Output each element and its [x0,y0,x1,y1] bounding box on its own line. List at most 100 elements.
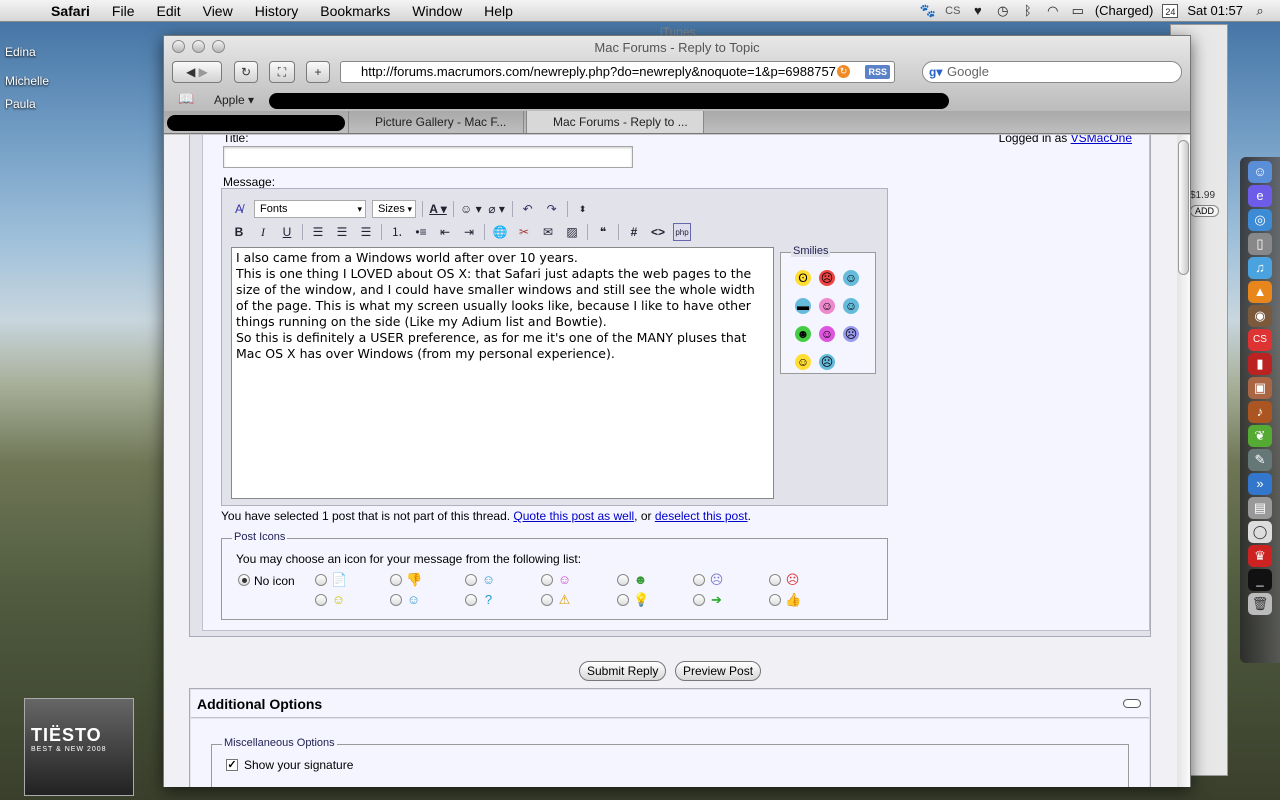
wink-smiley-icon[interactable]: ☺ [843,298,859,314]
post-icon-radio[interactable] [769,574,781,586]
redface-smiley-icon[interactable]: ☺ [819,326,835,342]
time-machine-icon[interactable]: ◷ [995,3,1011,18]
unordered-list-icon[interactable]: •≡ [412,223,430,241]
insert-image-icon[interactable]: ▨ [563,223,581,241]
cs-icon[interactable]: CS [945,4,961,18]
smile-smiley-icon[interactable]: ☺ [843,270,859,286]
ipod-icon[interactable]: ◯ [1248,521,1272,543]
menu-bookmarks[interactable]: Bookmarks [309,3,401,19]
post-icon-radio[interactable] [617,594,629,606]
calendar-icon[interactable]: 24 [1162,3,1179,18]
happy-smiley-icon[interactable]: ☺ [795,354,811,370]
vertical-scrollbar[interactable] [1177,135,1190,787]
menu-help[interactable]: Help [473,3,524,19]
scroll-thumb[interactable] [1178,140,1189,275]
mad-smiley-icon[interactable]: ☹ [819,270,835,286]
post-icon-radio[interactable] [315,574,327,586]
itunes-add-button[interactable]: ADD [1190,205,1220,217]
album-cover[interactable]: TIËSTO BEST & NEW 2008 [24,698,134,796]
code-icon[interactable]: <> [649,223,667,241]
grin-smiley-icon[interactable]: ☻ [795,326,811,342]
apple-logo-icon[interactable] [843,354,859,370]
unlink-icon[interactable]: ✂ [515,223,533,241]
text-color-icon[interactable]: A ▾ [429,200,447,218]
vlc-icon[interactable]: ▲ [1248,281,1272,303]
cs-app-icon[interactable]: CS [1248,329,1272,351]
ordered-list-icon[interactable]: ⒈ [388,223,406,241]
menu-view[interactable]: View [192,3,244,19]
bluetooth-icon[interactable]: ᛒ [1020,3,1036,18]
post-icon-radio[interactable] [390,594,402,606]
forward-icon[interactable]: » [1248,473,1272,495]
forward-icon-nav[interactable]: ▶ [199,65,208,79]
itunes-icon[interactable]: ♫ [1248,257,1272,279]
redo-icon[interactable]: ↷ [543,200,561,218]
deselect-post-link[interactable]: deselect this post [655,509,748,523]
fonts-select[interactable]: Fonts [254,200,366,218]
post-icon-radio[interactable] [465,574,477,586]
post-icon-radio[interactable] [541,574,553,586]
add-bookmark-button[interactable]: + [306,61,330,83]
menu-history[interactable]: History [244,3,310,19]
guitar-icon[interactable]: ♪ [1248,401,1272,423]
no-icon-radio[interactable] [238,574,250,586]
show-signature-checkbox[interactable]: ✓ [226,759,238,771]
bold-icon[interactable]: B [230,223,248,241]
underline-icon[interactable]: U [278,223,296,241]
align-left-icon[interactable]: ☰ [309,223,327,241]
preview-post-button[interactable]: Preview Post [675,661,762,681]
menu-safari[interactable]: Safari [40,3,101,19]
post-icon-radio[interactable] [465,594,477,606]
align-right-icon[interactable]: ☰ [357,223,375,241]
bookmark-apple[interactable]: Apple ▾ [214,93,254,107]
snapback-button[interactable]: ⛶ [269,61,295,83]
back-icon[interactable]: ◀ [186,65,195,79]
tongue-smiley-icon[interactable]: ☺ [819,298,835,314]
search-input[interactable]: g▾ Google [922,61,1182,83]
photo-icon[interactable]: ▣ [1248,377,1272,399]
quote-post-link[interactable]: Quote this post as well [513,509,634,523]
chess-icon[interactable]: ♛ [1248,545,1272,567]
undo-icon[interactable]: ↶ [519,200,537,218]
insert-link-icon[interactable]: 🌐 [491,223,509,241]
finder-icon[interactable]: ☺ [1248,161,1272,183]
indent-icon[interactable]: ⇥ [460,223,478,241]
redacted-tab[interactable] [167,115,345,131]
confused-smiley-icon[interactable]: ☹ [819,354,835,370]
title-input[interactable] [223,146,633,168]
post-icon-radio[interactable] [617,574,629,586]
rolleyes-smiley-icon[interactable]: ☹ [843,326,859,342]
resize-editor-icon[interactable]: ⬍ [574,200,592,218]
growl-icon[interactable]: 🐾 [920,3,936,18]
tab-reply-to-topic[interactable]: Mac Forums - Reply to ... [526,111,704,133]
stop-reload-icon[interactable]: ↻ [837,65,850,78]
attachment-icon[interactable]: ⌀ ▾ [488,200,506,218]
php-icon[interactable]: php [673,223,691,241]
italic-icon[interactable]: I [254,223,272,241]
remove-format-icon[interactable]: A̸ [230,200,248,218]
eek-smiley-icon[interactable]: ʘ [795,270,811,286]
terminal-icon[interactable]: _ [1248,569,1272,591]
post-icon-radio[interactable] [769,594,781,606]
menu-edit[interactable]: Edit [145,3,191,19]
post-icon-radio[interactable] [315,594,327,606]
tools-icon[interactable]: ✎ [1248,449,1272,471]
heart-icon[interactable]: ♥ [970,3,986,18]
menu-file[interactable]: File [101,3,146,19]
outdent-icon[interactable]: ⇤ [436,223,454,241]
smiley-menu-icon[interactable]: ☺ ▾ [460,200,482,218]
spotlight-icon[interactable]: ⌕ [1252,3,1268,18]
cool-smiley-icon[interactable]: ▬ [795,298,811,314]
tab-picture-gallery[interactable]: Picture Gallery - Mac F... [348,111,524,133]
username-link[interactable]: VSMacOne [1071,135,1132,145]
post-icon-radio[interactable] [541,594,553,606]
bookmarks-book-icon[interactable]: 📖 [178,91,194,107]
wifi-icon[interactable]: ◠ [1045,3,1061,18]
mail-icon[interactable]: e [1248,185,1272,207]
post-icon-radio[interactable] [390,574,402,586]
battery-icon[interactable]: ▭ [1070,3,1086,18]
hash-icon[interactable]: # [625,223,643,241]
leaf-icon[interactable]: ❦ [1248,425,1272,447]
address-bar[interactable]: http://forums.macrumors.com/newreply.php… [340,61,895,83]
mouse-icon[interactable]: ▯ [1248,233,1272,255]
